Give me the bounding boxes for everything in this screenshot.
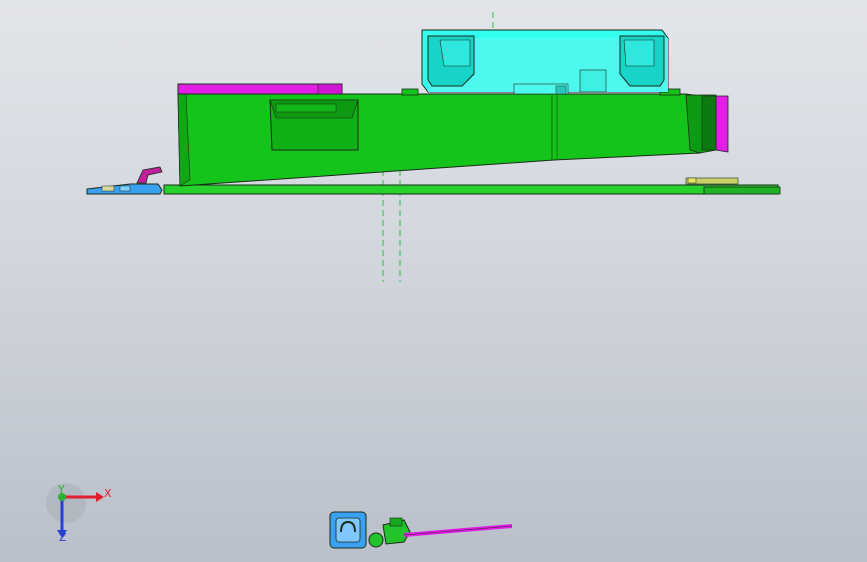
cad-viewport[interactable]: X Y Z — [0, 0, 867, 562]
x-axis-arrowhead — [96, 492, 104, 502]
assembly-preview-icon[interactable] — [329, 511, 513, 549]
axis-triad: X Y Z — [46, 483, 112, 544]
fan-module[interactable] — [421, 29, 669, 95]
model-canvas[interactable]: X Y Z — [0, 0, 867, 562]
housing-body[interactable] — [177, 88, 717, 187]
side-clip[interactable] — [86, 166, 163, 195]
z-axis-label: Z — [59, 531, 67, 544]
y-axis-label: Y — [57, 483, 65, 496]
x-axis-label: X — [104, 487, 112, 500]
triad-shadow — [46, 483, 86, 523]
